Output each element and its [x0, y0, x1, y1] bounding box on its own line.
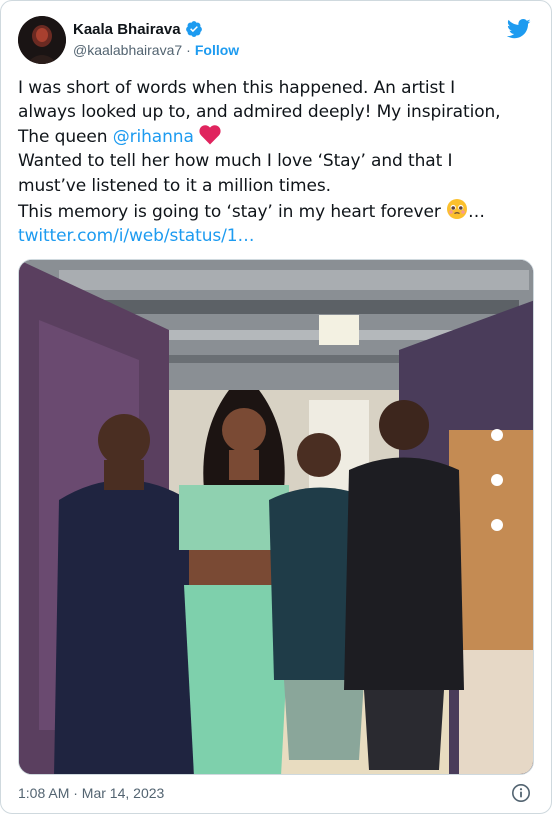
info-icon[interactable]: [511, 783, 531, 803]
tweet-line-6-text: This memory is going to ‘stay’ in my hea…: [18, 202, 447, 223]
verified-badge-icon: [185, 20, 203, 38]
tweet-card: Kaala Bhairava @kaalabhairava7 · Follow …: [0, 0, 552, 814]
pleading-face-icon: [446, 198, 468, 220]
author-name[interactable]: Kaala Bhairava: [73, 21, 181, 38]
tweet-status-link[interactable]: twitter.com/i/web/status/1…: [18, 226, 254, 246]
author-block: Kaala Bhairava @kaalabhairava7 · Follow: [73, 19, 239, 59]
avatar[interactable]: [18, 16, 66, 64]
mention-link[interactable]: @rihanna: [113, 127, 194, 147]
tweet-line-3-prefix: The queen: [18, 126, 113, 147]
tweet-line-5: must’ve listened to it a million times.: [18, 175, 331, 196]
tweet-timestamp[interactable]: 1:08 AM · Mar 14, 2023: [18, 785, 164, 801]
tweet-line-4: Wanted to tell her how much I love ‘Stay…: [18, 151, 453, 172]
tweet-line-7: twitter.com/i/web/status/1…: [18, 224, 538, 248]
photo-image: [19, 260, 533, 774]
tweet-photo[interactable]: [18, 259, 534, 775]
tweet-line-1: I was short of words when this happened.…: [18, 78, 456, 98]
tweet-line-6-ellipsis: …: [468, 202, 485, 223]
tweet-line-3: The queen @rihanna: [18, 125, 538, 149]
author-handle[interactable]: @kaalabhairava7: [73, 42, 182, 58]
tweet-line-6: This memory is going to ‘stay’ in my hea…: [18, 198, 538, 224]
separator-dot: ·: [186, 42, 191, 58]
follow-button[interactable]: Follow: [195, 42, 239, 58]
red-heart-icon: [199, 125, 221, 145]
tweet-line-2: always looked up to, and admired deeply!…: [18, 102, 501, 123]
twitter-bird-icon[interactable]: [506, 19, 531, 39]
tweet-text: I was short of words when this happened.…: [18, 76, 538, 249]
